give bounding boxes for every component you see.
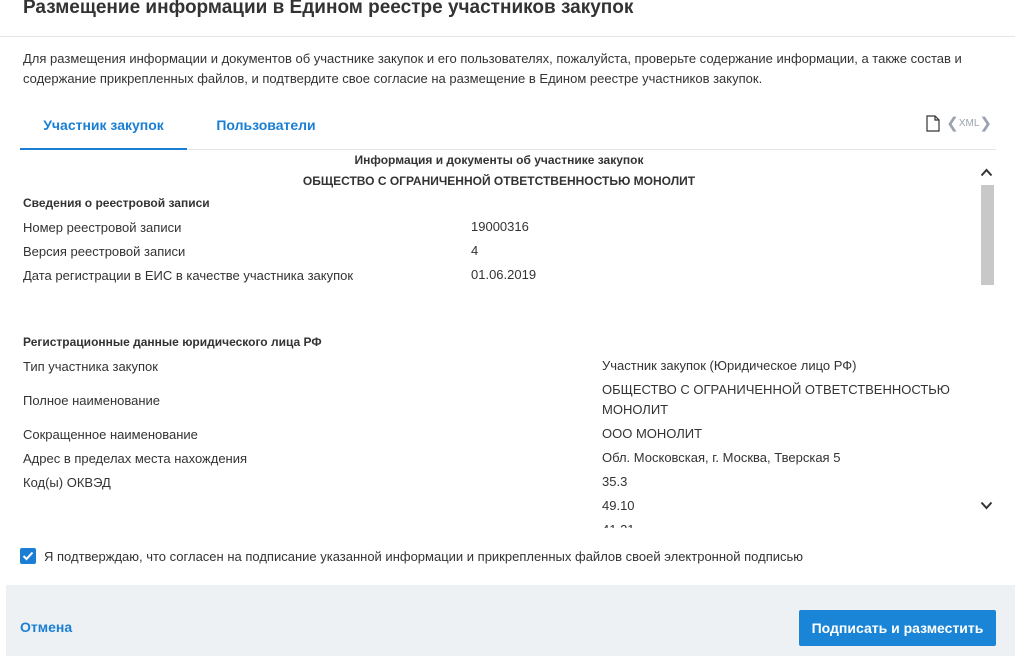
- sign-and-publish-button[interactable]: Подписать и разместить: [799, 610, 996, 646]
- row-value: 4: [471, 243, 479, 258]
- dialog-footer: Отмена Подписать и разместить: [6, 585, 1015, 656]
- confirm-row: Я подтверждаю, что согласен на подписани…: [20, 548, 803, 564]
- row-label: Номер реестровой записи: [23, 220, 182, 235]
- cancel-button[interactable]: Отмена: [20, 619, 72, 635]
- legal-section-title: Регистрационные данные юридического лица…: [23, 335, 322, 349]
- row-label: Код(ы) ОКВЭД: [23, 475, 111, 490]
- document-icon[interactable]: [926, 115, 940, 132]
- row-label: Дата регистрации в ЕИС в качестве участн…: [23, 268, 354, 283]
- chevron-up-icon[interactable]: [978, 164, 995, 181]
- row-label: Адрес в пределах места нахождения: [23, 451, 248, 466]
- title-divider: [0, 36, 1015, 37]
- tab-bar: Участник закупок Пользователи ❮ XML ❯: [20, 104, 996, 150]
- tab-users[interactable]: Пользователи: [202, 104, 330, 150]
- xml-code-icon[interactable]: ❮ XML ❯: [946, 116, 992, 131]
- row-label: Полное наименование: [23, 393, 161, 408]
- row-value: 49.10: [602, 498, 635, 513]
- row-value: Обл. Московская, г. Москва, Тверская 5: [602, 450, 841, 465]
- company-heading: ОБЩЕСТВО С ОГРАНИЧЕННОЙ ОТВЕТСТВЕННОСТЬЮ…: [302, 174, 696, 188]
- registry-section-title: Сведения о реестровой записи: [23, 196, 210, 210]
- dialog-title: Размещение информации в Едином реестре у…: [23, 0, 634, 18]
- row-value: ОБЩЕСТВО С ОГРАНИЧЕННОЙ ОТВЕТСТВЕННОСТЬЮ…: [602, 382, 950, 417]
- scrollbar[interactable]: [978, 152, 995, 528]
- row-value: ООО МОНОЛИТ: [602, 426, 703, 441]
- row-label: Тип участника закупок: [23, 359, 158, 374]
- scroll-thumb[interactable]: [981, 185, 994, 285]
- row-label: Сокращенное наименование: [23, 427, 198, 442]
- row-value: 41.21: [602, 520, 635, 528]
- doc-tools: ❮ XML ❯: [926, 115, 992, 132]
- row-value: 35.3: [602, 474, 628, 489]
- row-value: 01.06.2019: [471, 267, 537, 282]
- confirm-label: Я подтверждаю, что согласен на подписани…: [44, 548, 804, 564]
- document-heading: Информация и документы об участнике заку…: [354, 153, 644, 167]
- row-label: Версия реестровой записи: [23, 244, 186, 259]
- xml-label: XML: [958, 118, 980, 129]
- confirm-checkbox[interactable]: [20, 548, 36, 564]
- intro-text: Для размещения информации и документов о…: [23, 51, 962, 86]
- row-value: 19000316: [471, 219, 529, 234]
- check-icon: [22, 551, 34, 561]
- tab-participant[interactable]: Участник закупок: [20, 104, 187, 150]
- document-viewer: Информация и документы об участнике заку…: [20, 151, 996, 528]
- row-value: Участник закупок (Юридическое лицо РФ): [602, 358, 857, 373]
- chevron-down-icon[interactable]: [978, 497, 995, 514]
